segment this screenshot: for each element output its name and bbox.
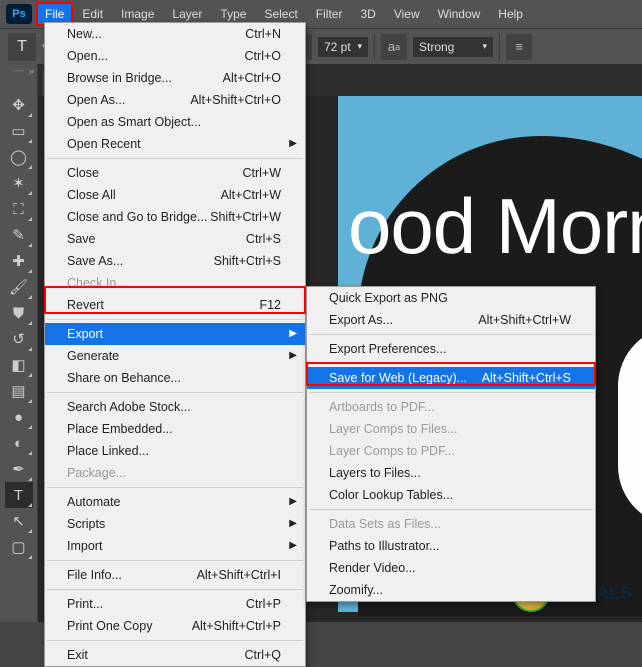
menubar-item-filter[interactable]: Filter — [307, 2, 352, 26]
menu-item-automate[interactable]: Automate▶ — [45, 491, 305, 513]
menu-item-color-lookup-tables[interactable]: Color Lookup Tables... — [307, 484, 595, 506]
menu-item-close-all[interactable]: Close AllAlt+Ctrl+W — [45, 184, 305, 206]
rectangle-tool-button[interactable]: ▢ — [5, 534, 33, 560]
menu-item-import[interactable]: Import▶ — [45, 535, 305, 557]
menu-item-print-one-copy[interactable]: Print One CopyAlt+Shift+Ctrl+P — [45, 615, 305, 637]
dodge-tool-button[interactable]: ◐ — [5, 430, 33, 456]
file-menu-dropdown: New...Ctrl+NOpen...Ctrl+OBrowse in Bridg… — [44, 22, 306, 667]
gradient-tool-button[interactable]: ▤ — [5, 378, 33, 404]
menu-item-open-as[interactable]: Open As...Alt+Shift+Ctrl+O — [45, 89, 305, 111]
menu-item-open[interactable]: Open...Ctrl+O — [45, 45, 305, 67]
menubar-item-help[interactable]: Help — [489, 2, 532, 26]
menu-item-save[interactable]: SaveCtrl+S — [45, 228, 305, 250]
eyedropper-tool-button[interactable]: ✎ — [5, 222, 33, 248]
chevron-right-icon: ▶ — [289, 136, 297, 152]
brush-tool-button[interactable]: 🖌 — [5, 274, 33, 300]
eraser-tool-button[interactable]: ◧ — [5, 352, 33, 378]
menu-item-render-video[interactable]: Render Video... — [307, 557, 595, 579]
chevron-right-icon: ▶ — [289, 516, 297, 532]
tools-panel: ┄┄ ✥▭◯✶⛶✎✚🖌⛊↺◧▤●◐✒T↖▢ — [0, 64, 38, 622]
photoshop-app-icon: Ps — [6, 4, 32, 24]
font-size-field[interactable]: 72 pt▾ — [318, 37, 368, 57]
path-tool-button[interactable]: ↖ — [5, 508, 33, 534]
menu-item-generate[interactable]: Generate▶ — [45, 345, 305, 367]
marquee-tool-button[interactable]: ▭ — [5, 118, 33, 144]
menu-item-open-as-smart-object[interactable]: Open as Smart Object... — [45, 111, 305, 133]
antialias-label-icon: aa — [381, 34, 407, 60]
menu-item-open-recent[interactable]: Open Recent▶ — [45, 133, 305, 155]
menu-item-layer-comps-to-files: Layer Comps to Files... — [307, 418, 595, 440]
tool-preset-icon[interactable]: T — [8, 33, 36, 61]
menubar-item-window[interactable]: Window — [429, 2, 490, 26]
menu-item-close[interactable]: CloseCtrl+W — [45, 162, 305, 184]
export-submenu-dropdown: Quick Export as PNGExport As...Alt+Shift… — [306, 286, 596, 602]
menu-item-artboards-to-pdf: Artboards to PDF... — [307, 396, 595, 418]
blur-tool-button[interactable]: ● — [5, 404, 33, 430]
menubar-item-3d[interactable]: 3D — [351, 2, 384, 26]
menu-item-export-as[interactable]: Export As...Alt+Shift+Ctrl+W — [307, 309, 595, 331]
menu-item-zoomify[interactable]: Zoomify... — [307, 579, 595, 601]
menu-item-save-as[interactable]: Save As...Shift+Ctrl+S — [45, 250, 305, 272]
chevron-right-icon: ▶ — [289, 494, 297, 510]
stamp-tool-button[interactable]: ⛊ — [5, 300, 33, 326]
type-tool-button[interactable]: T — [5, 482, 33, 508]
menu-item-paths-to-illustrator[interactable]: Paths to Illustrator... — [307, 535, 595, 557]
menu-item-browse-in-bridge[interactable]: Browse in Bridge...Alt+Ctrl+O — [45, 67, 305, 89]
menu-item-print[interactable]: Print...Ctrl+P — [45, 593, 305, 615]
menu-item-layer-comps-to-pdf: Layer Comps to PDF... — [307, 440, 595, 462]
move-tool-button[interactable]: ✥ — [5, 92, 33, 118]
menu-item-export[interactable]: Export▶ — [45, 323, 305, 345]
menu-item-data-sets-as-files: Data Sets as Files... — [307, 513, 595, 535]
menu-item-scripts[interactable]: Scripts▶ — [45, 513, 305, 535]
antialias-select[interactable]: Strong▾ — [413, 37, 493, 57]
menu-item-revert[interactable]: RevertF12 — [45, 294, 305, 316]
magic-wand-tool-button[interactable]: ✶ — [5, 170, 33, 196]
menu-item-quick-export-as-png[interactable]: Quick Export as PNG — [307, 287, 595, 309]
panel-grip-icon[interactable]: ┄┄ — [0, 66, 37, 78]
lasso-tool-button[interactable]: ◯ — [5, 144, 33, 170]
history-tool-button[interactable]: ↺ — [5, 326, 33, 352]
menu-item-search-adobe-stock[interactable]: Search Adobe Stock... — [45, 396, 305, 418]
menubar-item-view[interactable]: View — [385, 2, 429, 26]
menu-item-package: Package... — [45, 462, 305, 484]
menu-item-close-and-go-to-bridge[interactable]: Close and Go to Bridge...Shift+Ctrl+W — [45, 206, 305, 228]
menu-item-layers-to-files[interactable]: Layers to Files... — [307, 462, 595, 484]
menu-item-file-info[interactable]: File Info...Alt+Shift+Ctrl+I — [45, 564, 305, 586]
menu-item-export-preferences[interactable]: Export Preferences... — [307, 338, 595, 360]
pen-tool-button[interactable]: ✒ — [5, 456, 33, 482]
chevron-right-icon: ▶ — [289, 538, 297, 554]
chevron-right-icon: ▶ — [289, 326, 297, 342]
menu-item-new[interactable]: New...Ctrl+N — [45, 23, 305, 45]
text-align-icon[interactable]: ≡ — [506, 34, 532, 60]
menu-item-save-for-web-legacy[interactable]: Save for Web (Legacy)...Alt+Shift+Ctrl+S — [307, 367, 595, 389]
menu-item-check-in: Check In... — [45, 272, 305, 294]
canvas-text-layer[interactable]: ood Morn — [348, 181, 642, 272]
chevron-right-icon: ▶ — [289, 348, 297, 364]
menu-item-exit[interactable]: ExitCtrl+Q — [45, 644, 305, 666]
menu-item-place-linked[interactable]: Place Linked... — [45, 440, 305, 462]
menu-item-place-embedded[interactable]: Place Embedded... — [45, 418, 305, 440]
menu-item-share-on-behance[interactable]: Share on Behance... — [45, 367, 305, 389]
crop-tool-button[interactable]: ⛶ — [5, 196, 33, 222]
healing-tool-button[interactable]: ✚ — [5, 248, 33, 274]
